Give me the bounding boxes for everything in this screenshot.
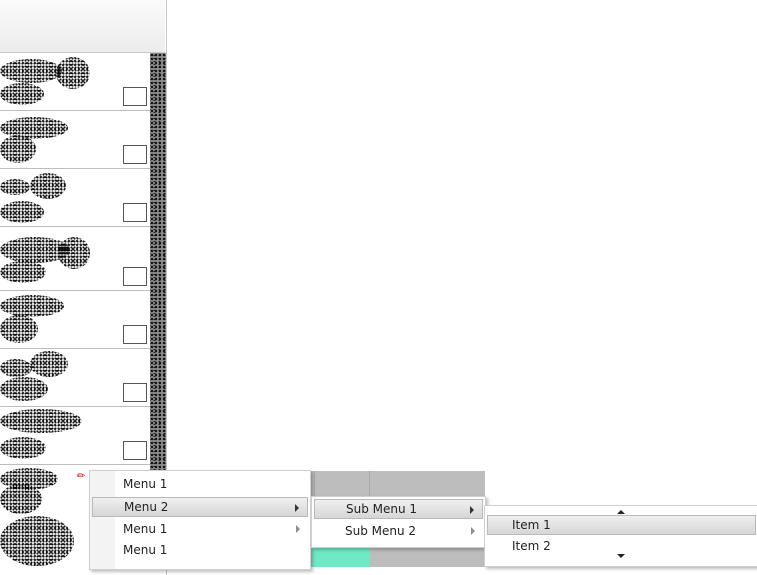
thumbnail-row[interactable]	[0, 407, 150, 465]
menu-item-label: Menu 1	[123, 522, 168, 536]
checkbox-icon[interactable]	[123, 441, 147, 460]
thumbnail-image	[30, 351, 68, 377]
checkbox-icon[interactable]	[123, 325, 147, 344]
menu-item-sub-menu-1[interactable]: Sub Menu 1	[314, 499, 483, 519]
scroll-up-icon[interactable]	[617, 510, 625, 514]
menu-item-label: Sub Menu 1	[346, 502, 418, 516]
thumbnail-image	[0, 179, 30, 195]
thumbnail-row[interactable]	[0, 53, 150, 111]
thumbnail-row[interactable]	[0, 111, 150, 169]
menu-item-item-1[interactable]: Item 1	[487, 515, 756, 535]
menu-item-label: Menu 1	[123, 543, 168, 557]
checkbox-icon[interactable]	[123, 383, 147, 402]
chevron-right-icon	[296, 525, 300, 533]
gallery-header	[0, 0, 165, 53]
checkbox-icon[interactable]	[123, 87, 147, 106]
thumbnail-row[interactable]	[0, 169, 150, 227]
scroll-down-icon[interactable]	[617, 554, 625, 558]
menu-item-item-2[interactable]: Item 2	[487, 536, 756, 556]
checkbox-icon[interactable]	[123, 267, 147, 286]
thumbnail-row[interactable]	[0, 349, 150, 407]
submenu: Sub Menu 1 Sub Menu 2	[311, 496, 486, 548]
chevron-right-icon	[471, 527, 475, 535]
thumbnail-image	[0, 377, 48, 401]
item-menu: Item 1 Item 2	[484, 505, 757, 567]
menu-item-sub-menu-2[interactable]: Sub Menu 2	[314, 521, 483, 541]
menu-item-label: Item 2	[512, 539, 551, 553]
chevron-right-icon	[295, 504, 299, 512]
checkbox-icon[interactable]	[123, 145, 147, 164]
thumbnail-image	[30, 173, 66, 199]
thumbnail-image	[0, 516, 74, 566]
thumbnail-image	[58, 237, 90, 269]
thumbnail-image	[0, 261, 46, 283]
thumbnail-image	[0, 437, 46, 459]
thumbnail-image	[0, 201, 44, 223]
gallery-scrollbar[interactable]	[150, 53, 166, 473]
thumbnail-row[interactable]	[0, 291, 150, 349]
thumbnail-image	[0, 83, 44, 105]
chevron-right-icon	[470, 506, 474, 514]
thumbnail-image	[0, 359, 32, 377]
pencil-icon: ✏	[77, 471, 86, 482]
thumbnail-image	[0, 409, 82, 433]
thumbnail-image	[0, 484, 42, 514]
thumbnail-image	[0, 295, 64, 317]
thumbnail-image	[0, 135, 36, 163]
checkbox-icon[interactable]	[123, 203, 147, 222]
highlight-cell	[312, 546, 370, 567]
menu-item-label: Menu 1	[123, 477, 168, 491]
thumbnail-row[interactable]	[0, 233, 150, 291]
menu-item-menu-1-submenu[interactable]: Menu 1	[92, 519, 308, 539]
thumbnail-image	[0, 59, 62, 83]
menu-item-menu-2[interactable]: Menu 2	[92, 497, 308, 517]
thumbnail-image	[0, 315, 38, 343]
menu-item-label: Sub Menu 2	[345, 524, 417, 538]
menu-item-menu-1-last[interactable]: Menu 1	[92, 540, 308, 560]
menu-item-label: Item 1	[512, 518, 551, 532]
context-menu: Menu 1 Menu 2 Menu 1 Menu 1	[89, 470, 311, 570]
menu-item-label: Menu 2	[124, 500, 169, 514]
menu-item-menu-1[interactable]: Menu 1	[92, 474, 308, 494]
thumbnail-image	[56, 57, 90, 89]
